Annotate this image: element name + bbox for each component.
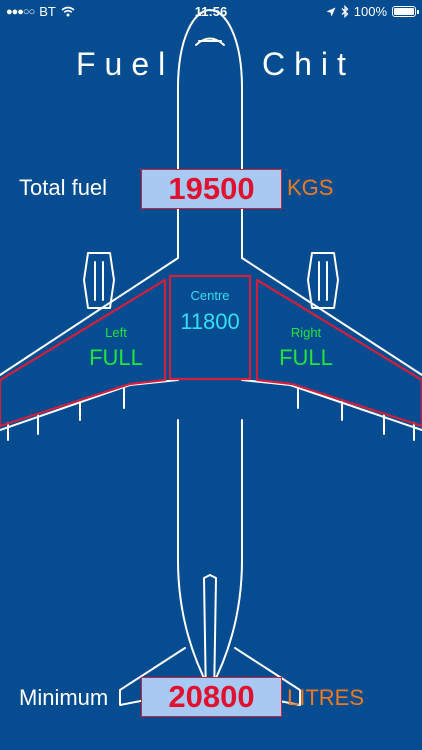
right-flap-fairings xyxy=(297,387,415,441)
centre-tank-label: Centre xyxy=(190,288,230,303)
total-fuel-unit[interactable]: KGS xyxy=(287,175,333,201)
right-engine xyxy=(307,252,339,309)
minimum-label: Minimum xyxy=(19,685,109,710)
left-wing-outline xyxy=(0,257,179,431)
title-chit: Chit xyxy=(262,46,355,82)
aircraft-diagram xyxy=(0,9,422,706)
right-tank-label: Right xyxy=(290,325,322,340)
total-fuel-label: Total fuel xyxy=(19,175,108,200)
left-tank-label: Left xyxy=(105,325,127,340)
minimum-value[interactable]: 20800 xyxy=(141,677,282,717)
left-engine xyxy=(83,252,115,309)
right-tank-value[interactable]: FULL xyxy=(266,345,346,371)
title-fuel: Fuel xyxy=(76,46,175,82)
total-fuel-value[interactable]: 19500 xyxy=(141,169,282,209)
left-flap-fairings xyxy=(7,387,125,441)
left-tank-value[interactable]: FULL xyxy=(76,345,156,371)
right-wing-outline xyxy=(241,257,422,431)
cockpit-windows xyxy=(195,37,225,46)
minimum-unit[interactable]: LITRES xyxy=(287,685,364,711)
fuselage-outline xyxy=(177,9,243,691)
centre-tank-value[interactable]: 11800 xyxy=(170,309,250,335)
